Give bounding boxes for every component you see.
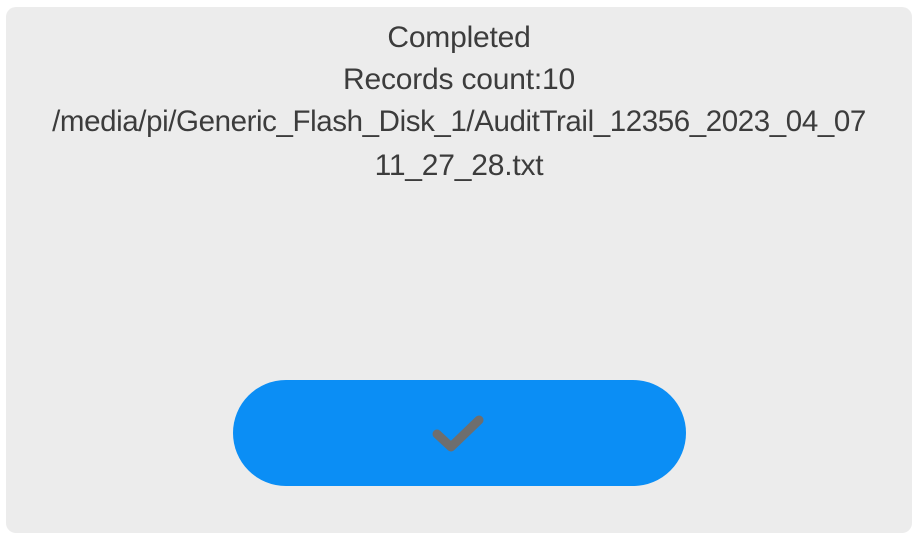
file-name-text: 11_27_28.txt: [374, 149, 544, 182]
message-dialog: Completed Records count:10 /media/pi/Gen…: [6, 7, 912, 533]
status-title: Completed: [387, 21, 531, 54]
confirm-button[interactable]: [233, 380, 686, 486]
checkmark-icon: [432, 415, 484, 452]
file-path-text: /media/pi/Generic_Flash_Disk_1/AuditTrai…: [52, 105, 866, 138]
records-count-text: Records count:10: [343, 63, 575, 96]
